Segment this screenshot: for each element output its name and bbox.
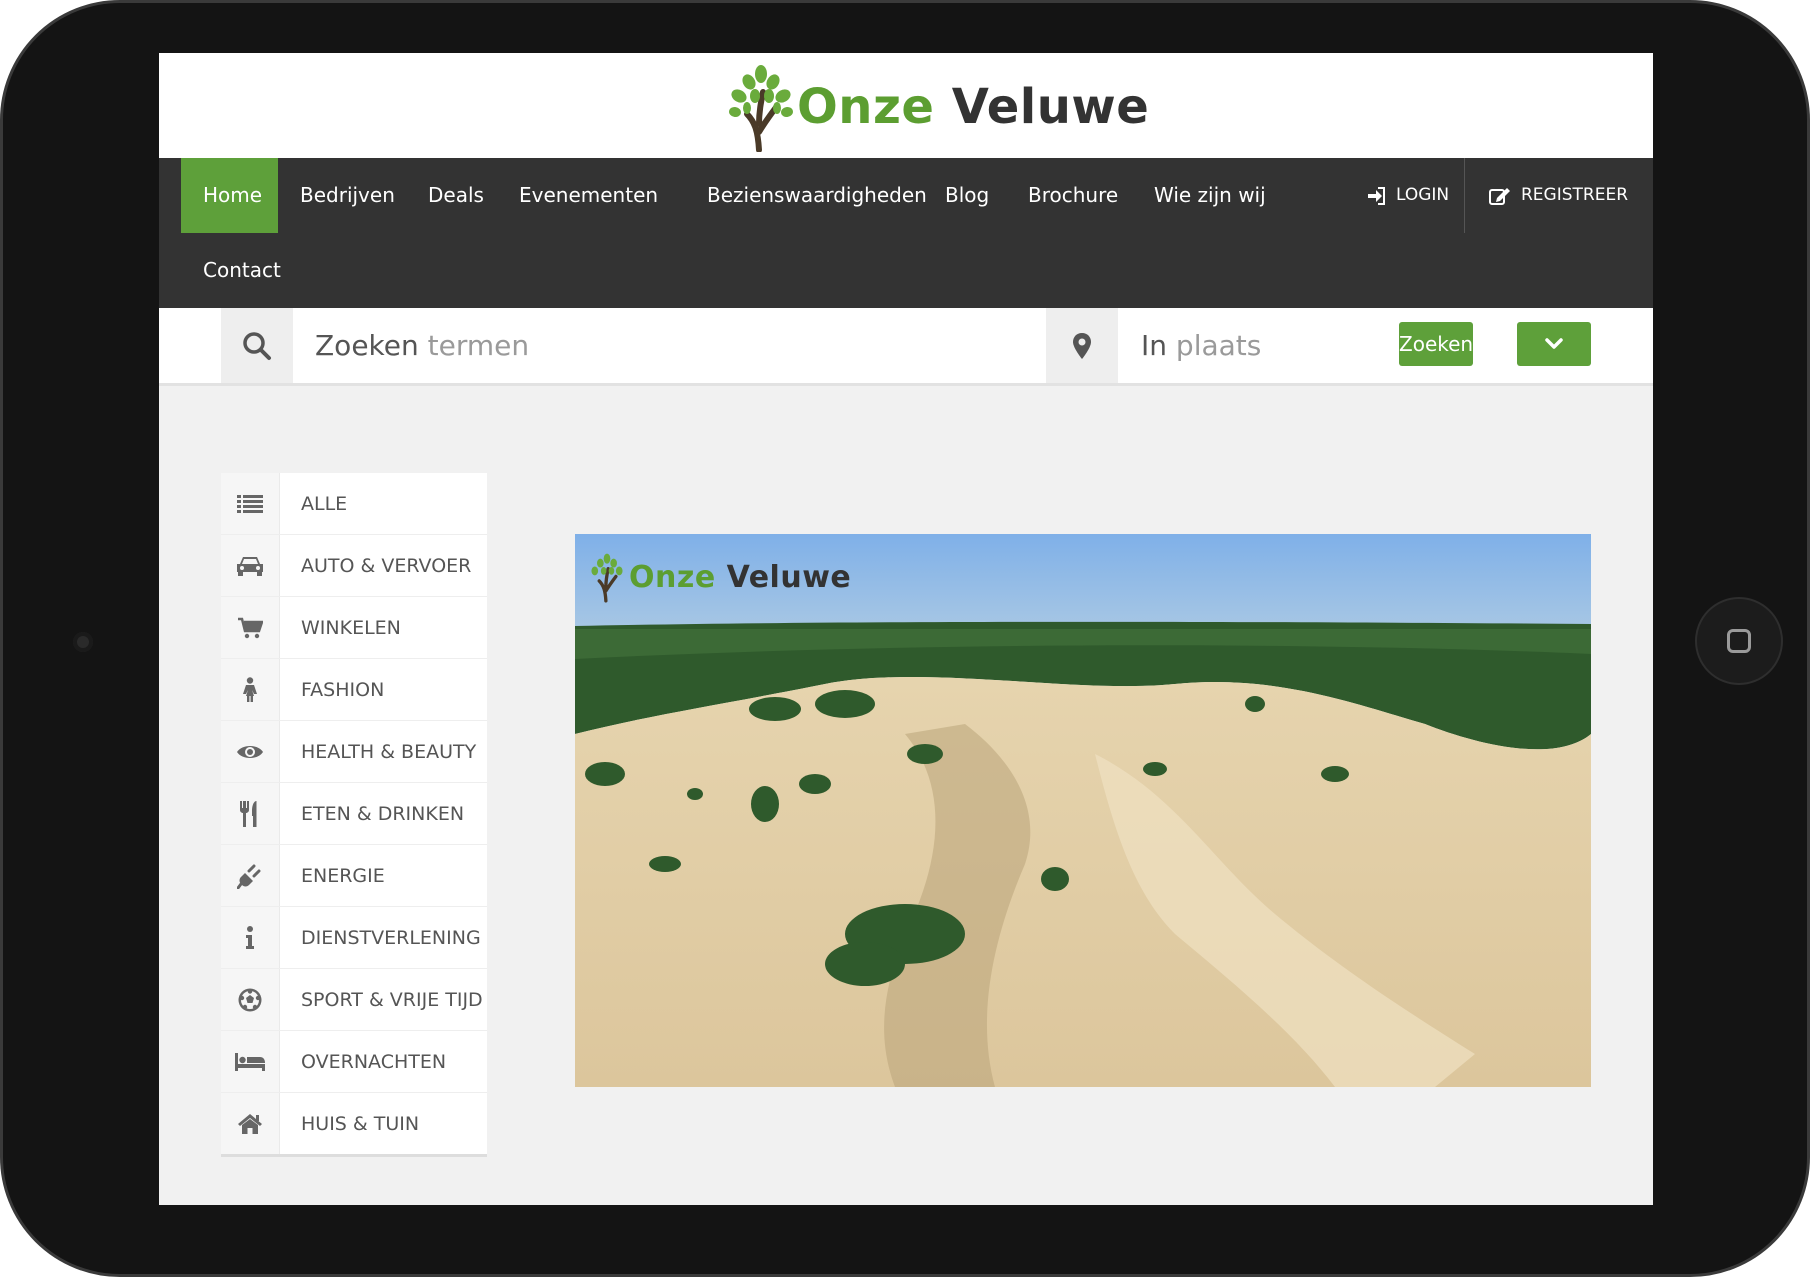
category-item-sport-vrije-tijd[interactable]: SPORT & VRIJE TIJD [221,969,487,1031]
nav-blog[interactable]: Blog [923,158,1011,233]
location-icon-box [1046,308,1118,383]
category-label: ETEN & DRINKEN [301,802,465,825]
tablet-frame: Onze Veluwe Home Bedrijven Deals Eveneme… [0,0,1810,1277]
site-logo-text: Onze Veluwe [797,79,1149,135]
sign-in-icon [1368,186,1385,205]
female-icon [243,676,257,702]
category-label: FASHION [301,678,385,701]
screen: Onze Veluwe Home Bedrijven Deals Eveneme… [159,53,1653,1205]
hero-logo-word-1: Onze [629,559,716,595]
cart-icon [238,617,263,638]
chevron-down-icon [1545,338,1563,349]
eye-icon [237,745,263,758]
logo-word-1: Onze [797,79,935,135]
home-icon [238,1113,262,1134]
category-item-alle[interactable]: ALLE [221,473,487,535]
car-icon [237,556,263,576]
category-item-dienstverlening[interactable]: DIENSTVERLENING [221,907,487,969]
search-term-placeholder: termen [427,329,530,362]
category-item-fashion[interactable]: FASHION [221,659,487,721]
tablet-home-button[interactable] [1695,597,1783,685]
category-label: ENERGIE [301,864,385,887]
hero-image: Onze Veluwe [575,534,1591,1087]
category-item-overnachten[interactable]: OVERNACHTEN [221,1031,487,1093]
map-marker-icon [1073,332,1091,359]
nav-divider [1464,158,1465,233]
category-item-huis-tuin[interactable]: HUIS & TUIN [221,1093,487,1154]
nav-evenementen[interactable]: Evenementen [497,158,680,233]
category-item-auto-vervoer[interactable]: AUTO & VERVOER [221,535,487,597]
edit-icon [1489,187,1510,205]
category-label: WINKELEN [301,616,401,639]
category-label: HEALTH & BEAUTY [301,740,477,763]
register-link[interactable]: REGISTREER [1489,158,1628,233]
category-menu: ALLE AUTO & VERVOER WINKELEN FASHION HEA… [221,473,487,1157]
category-item-health-beauty[interactable]: HEALTH & BEAUTY [221,721,487,783]
hero-watermark-logo: Onze Veluwe [587,550,851,604]
info-icon [246,925,254,949]
search-bar: Zoeken termen In plaats Zoeken [159,308,1653,386]
category-label: AUTO & VERVOER [301,554,472,577]
category-label: DIENSTVERLENING [301,926,481,949]
search-submit-button[interactable]: Zoeken [1399,322,1473,366]
front-camera [73,632,93,652]
category-item-energie[interactable]: ENERGIE [221,845,487,907]
main-nav: Home Bedrijven Deals Evenementen Beziens… [159,158,1653,308]
soccer-ball-icon [238,988,262,1011]
category-item-winkelen[interactable]: WINKELEN [221,597,487,659]
search-term-label: Zoeken [315,329,419,362]
cutlery-icon [240,800,257,827]
nav-wie-zijn-wij[interactable]: Wie zijn wij [1132,158,1288,233]
landscape-image [575,534,1591,1087]
login-link[interactable]: LOGIN [1366,158,1449,233]
category-item-eten-drinken[interactable]: ETEN & DRINKEN [221,783,487,845]
hero-logo-text: Onze Veluwe [629,560,851,595]
register-label: REGISTREER [1521,185,1629,205]
logo-word-2: Veluwe [951,79,1150,135]
bed-icon [235,1052,265,1071]
plug-icon [237,864,261,889]
search-place-placeholder: plaats [1175,329,1262,362]
category-label: SPORT & VRIJE TIJD [301,988,483,1011]
search-place-input[interactable]: In plaats [1141,308,1381,383]
category-label: ALLE [301,492,348,515]
search-place-label: In [1141,329,1168,362]
nav-home[interactable]: Home [181,158,278,233]
site-header: Onze Veluwe [159,53,1653,158]
category-label: HUIS & TUIN [301,1112,420,1135]
nav-deals[interactable]: Deals [406,158,506,233]
hero-logo-word-2: Veluwe [726,559,852,595]
category-label: OVERNACHTEN [301,1050,447,1073]
search-term-input[interactable]: Zoeken termen [315,308,1035,383]
site-logo[interactable]: Onze Veluwe [725,61,1149,153]
tree-logo-icon [591,553,623,603]
login-label: LOGIN [1396,185,1450,205]
nav-contact[interactable]: Contact [181,233,303,308]
tree-logo-icon [729,65,793,152]
search-options-dropdown-button[interactable] [1517,322,1591,366]
nav-brochure[interactable]: Brochure [1006,158,1140,233]
nav-bezienswaardigheden[interactable]: Bezienswaardigheden [685,158,949,233]
nav-bedrijven[interactable]: Bedrijven [278,158,417,233]
search-icon-box [221,308,293,383]
search-icon [243,331,271,360]
list-icon [237,494,263,513]
